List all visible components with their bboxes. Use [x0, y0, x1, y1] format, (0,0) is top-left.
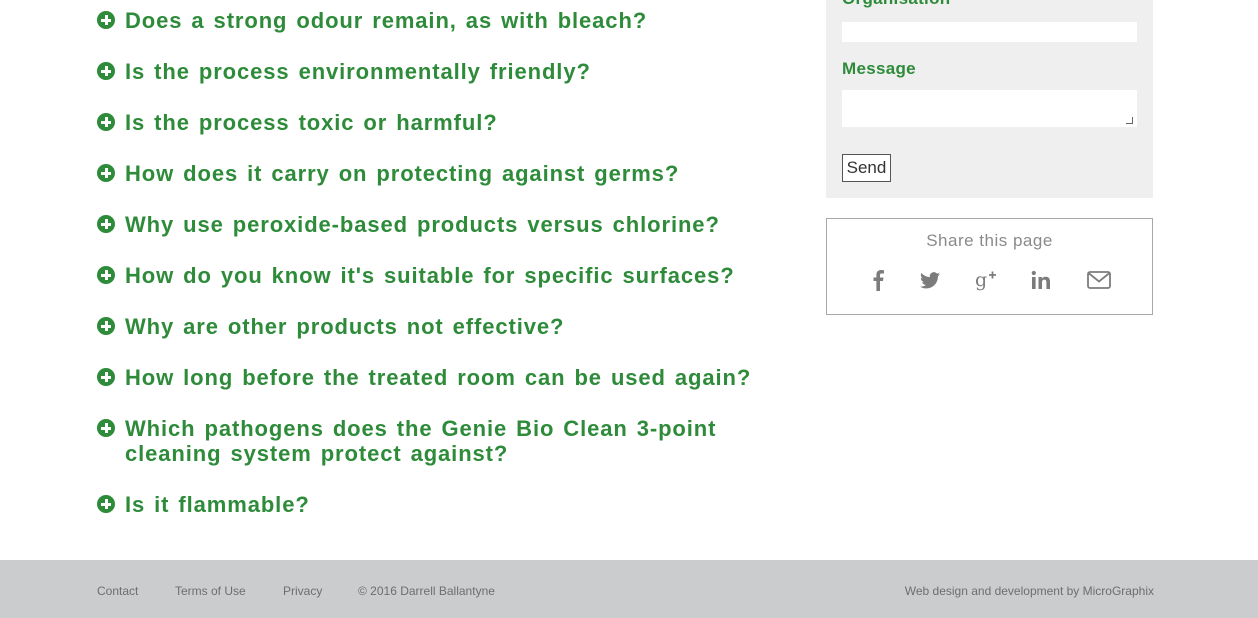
faq-question: Is it flammable?: [125, 492, 310, 517]
faq-item-odour[interactable]: Does a strong odour remain, as with blea…: [97, 8, 787, 33]
email-icon[interactable]: [1084, 265, 1114, 295]
svg-text:g: g: [975, 269, 987, 291]
twitter-icon[interactable]: [915, 265, 945, 295]
plus-circle-icon: [97, 266, 115, 284]
faq-question: Is the process environmentally friendly?: [125, 59, 591, 84]
plus-circle-icon: [97, 368, 115, 386]
faq-item-environment[interactable]: Is the process environmentally friendly?: [97, 59, 787, 84]
footer-contact-link[interactable]: Contact: [97, 584, 138, 598]
faq-question: Why are other products not effective?: [125, 314, 565, 339]
faq-item-other-products[interactable]: Why are other products not effective?: [97, 314, 787, 339]
plus-circle-icon: [97, 11, 115, 29]
linkedin-icon[interactable]: [1026, 265, 1056, 295]
send-button[interactable]: Send: [842, 154, 891, 182]
message-field[interactable]: [842, 90, 1137, 127]
plus-circle-icon: [97, 62, 115, 80]
footer-credit-text: Web design and development by: [904, 584, 1083, 598]
plus-circle-icon: [97, 164, 115, 182]
footer-copyright: © 2016 Darrell Ballantyne: [358, 584, 495, 598]
faq-question: Does a strong odour remain, as with blea…: [125, 8, 648, 33]
faq-item-pathogens[interactable]: Which pathogens does the Genie Bio Clean…: [97, 416, 787, 466]
plus-circle-icon: [97, 419, 115, 437]
facebook-icon[interactable]: [863, 265, 893, 295]
share-box: Share this page g: [826, 218, 1153, 315]
footer-privacy-link[interactable]: Privacy: [283, 584, 322, 598]
share-icons: g: [863, 265, 1123, 295]
organisation-label: Organisation: [842, 0, 950, 9]
plus-circle-icon: [97, 215, 115, 233]
faq-question: How long before the treated room can be …: [125, 365, 752, 390]
faq-item-peroxide[interactable]: Why use peroxide-based products versus c…: [97, 212, 787, 237]
google-plus-icon[interactable]: g: [971, 265, 1001, 295]
faq-question: How does it carry on protecting against …: [125, 161, 680, 186]
faq-item-germs[interactable]: How does it carry on protecting against …: [97, 161, 787, 186]
plus-circle-icon: [97, 317, 115, 335]
footer-credit: Web design and development by MicroGraph…: [905, 584, 1154, 598]
faq-question: Which pathogens does the Genie Bio Clean…: [125, 416, 717, 466]
footer-terms-link[interactable]: Terms of Use: [175, 584, 246, 598]
share-title: Share this page: [926, 231, 1053, 250]
faq-item-flammable[interactable]: Is it flammable?: [97, 492, 787, 517]
footer-credit-link[interactable]: MicroGraphix: [1083, 584, 1154, 598]
faq-item-surfaces[interactable]: How do you know it's suitable for specif…: [97, 263, 787, 288]
plus-circle-icon: [97, 495, 115, 513]
footer: Contact Terms of Use Privacy © 2016 Darr…: [0, 560, 1258, 618]
faq-item-room-reuse[interactable]: How long before the treated room can be …: [97, 365, 787, 390]
message-label: Message: [842, 59, 916, 78]
organisation-field[interactable]: [842, 22, 1137, 42]
faq-question: Is the process toxic or harmful?: [125, 110, 498, 135]
contact-form: Organisation Message Send: [826, 0, 1153, 198]
plus-circle-icon: [97, 113, 115, 131]
faq-question: How do you know it's suitable for specif…: [125, 263, 735, 288]
faq-question: Why use peroxide-based products versus c…: [125, 212, 720, 237]
faq-item-toxic[interactable]: Is the process toxic or harmful?: [97, 110, 787, 135]
resize-grip-icon[interactable]: [1126, 117, 1133, 124]
